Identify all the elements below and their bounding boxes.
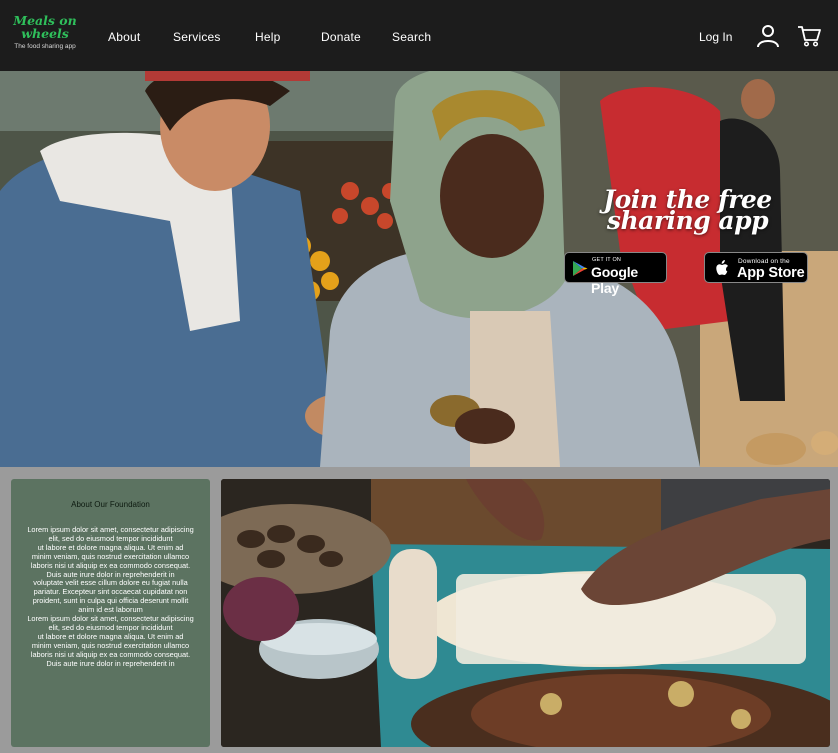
apple-icon bbox=[716, 260, 728, 275]
app-store-label: App Store bbox=[737, 265, 805, 281]
logo[interactable]: Meals on wheels The food sharing app bbox=[12, 14, 78, 51]
nav-help[interactable]: Help bbox=[255, 30, 280, 44]
pie-making-image bbox=[221, 479, 830, 747]
logo-title: Meals on wheels bbox=[13, 13, 77, 41]
login-link[interactable]: Log In bbox=[699, 30, 732, 44]
google-play-icon bbox=[573, 261, 588, 276]
logo-tagline: The food sharing app bbox=[14, 43, 76, 50]
app-store-small-text: Download on the bbox=[738, 258, 790, 265]
nav-search[interactable]: Search bbox=[392, 30, 431, 44]
google-play-small-text: GET IT ON bbox=[592, 257, 622, 263]
about-panel: About Our Foundation Lorem ipsum dolor s… bbox=[11, 479, 210, 747]
site-header: Meals on wheels The food sharing app Abo… bbox=[0, 0, 838, 71]
nav-services[interactable]: Services bbox=[173, 30, 221, 44]
about-title: About Our Foundation bbox=[71, 500, 150, 509]
nav-about[interactable]: About bbox=[108, 30, 140, 44]
user-icon[interactable] bbox=[756, 24, 780, 48]
hero-banner: Join the free sharing app GET IT ON Goog… bbox=[0, 71, 838, 467]
hero-title: Join the free sharing app bbox=[603, 185, 772, 235]
google-play-label: Google Play bbox=[591, 264, 639, 296]
google-play-button[interactable]: GET IT ON Google Play bbox=[564, 252, 667, 296]
app-store-button[interactable]: Download on the App Store bbox=[704, 252, 808, 283]
pie-making-photo bbox=[221, 479, 830, 747]
about-body-text: Lorem ipsum dolor sit amet, consectetur … bbox=[27, 525, 194, 668]
cart-icon[interactable] bbox=[797, 25, 821, 47]
nav-donate[interactable]: Donate bbox=[321, 30, 361, 44]
